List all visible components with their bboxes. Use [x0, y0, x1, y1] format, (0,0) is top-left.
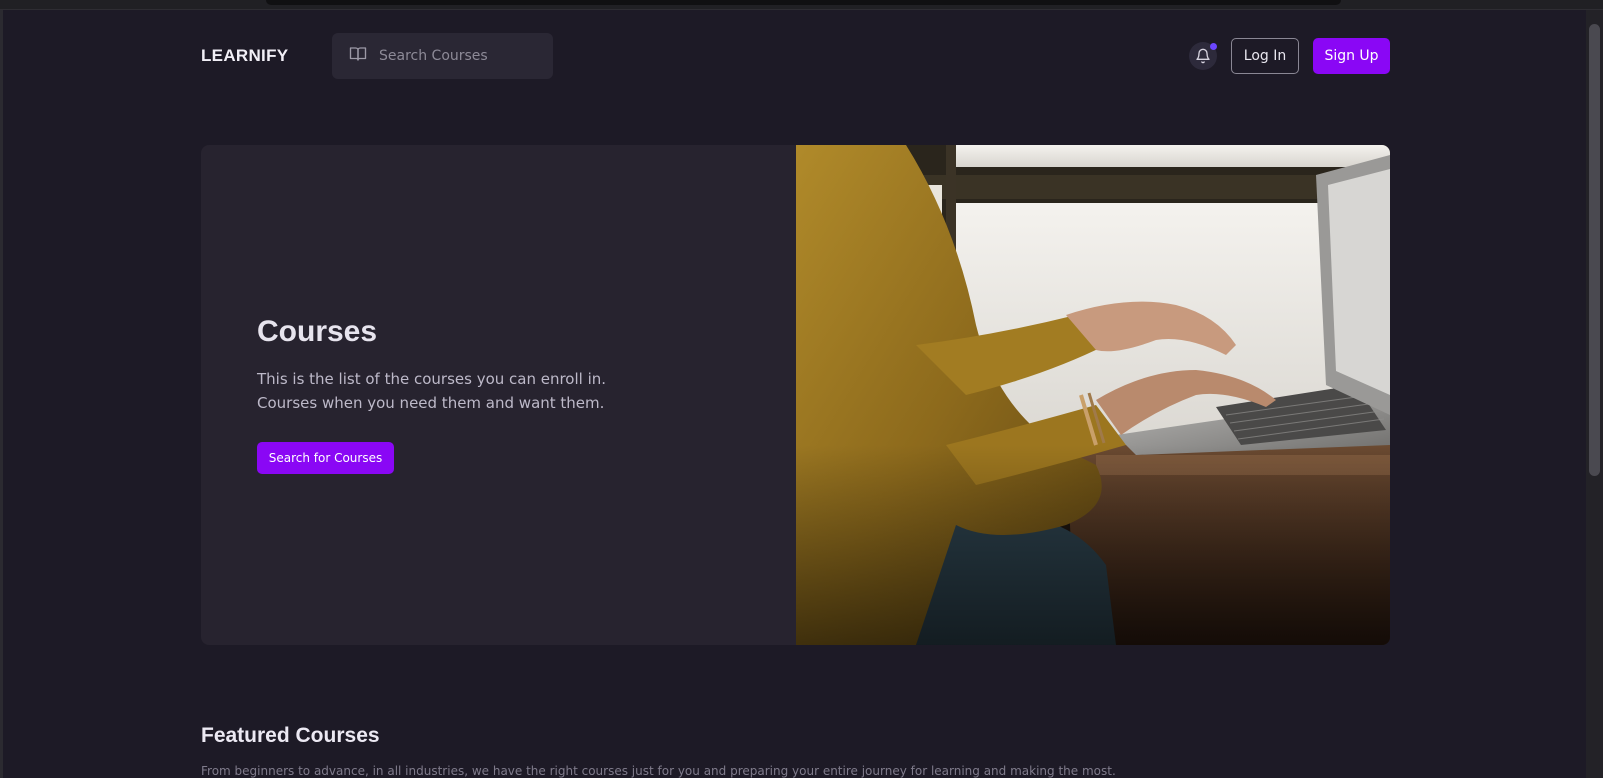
top-navbar: LEARNIFY Log In Sign Up	[0, 10, 1586, 102]
notifications-button[interactable]	[1189, 42, 1217, 70]
book-open-icon	[349, 45, 367, 67]
window-edge	[0, 10, 3, 778]
hero-description-line-1: This is the list of the courses you can …	[257, 370, 607, 388]
featured-courses-title: Featured Courses	[201, 724, 380, 747]
hero-photo	[796, 145, 1390, 645]
featured-courses-subtitle: From beginners to advance, in all indust…	[201, 764, 1116, 778]
notification-dot	[1210, 43, 1217, 50]
hero-description: This is the list of the courses you can …	[257, 367, 677, 415]
hero-description-line-2: Courses when you need them and want them…	[257, 394, 605, 412]
search-input[interactable]	[379, 48, 549, 64]
search-courses-button[interactable]: Search for Courses	[257, 442, 394, 474]
page-scrollbar[interactable]	[1586, 10, 1603, 778]
bell-icon	[1195, 48, 1211, 64]
hero-text-panel: Courses This is the list of the courses …	[201, 145, 796, 645]
hero-title: Courses	[257, 315, 378, 348]
site-logo[interactable]: LEARNIFY	[201, 46, 288, 66]
signup-button[interactable]: Sign Up	[1313, 38, 1390, 74]
login-button[interactable]: Log In	[1231, 38, 1299, 74]
scrollbar-thumb[interactable]	[1589, 24, 1600, 476]
page: LEARNIFY Log In Sign Up Cours	[0, 0, 1603, 778]
browser-tab-bar	[266, 0, 1341, 5]
hero-banner: Courses This is the list of the courses …	[201, 145, 1390, 645]
browser-top-strip	[0, 0, 1603, 10]
course-search[interactable]	[332, 33, 553, 79]
